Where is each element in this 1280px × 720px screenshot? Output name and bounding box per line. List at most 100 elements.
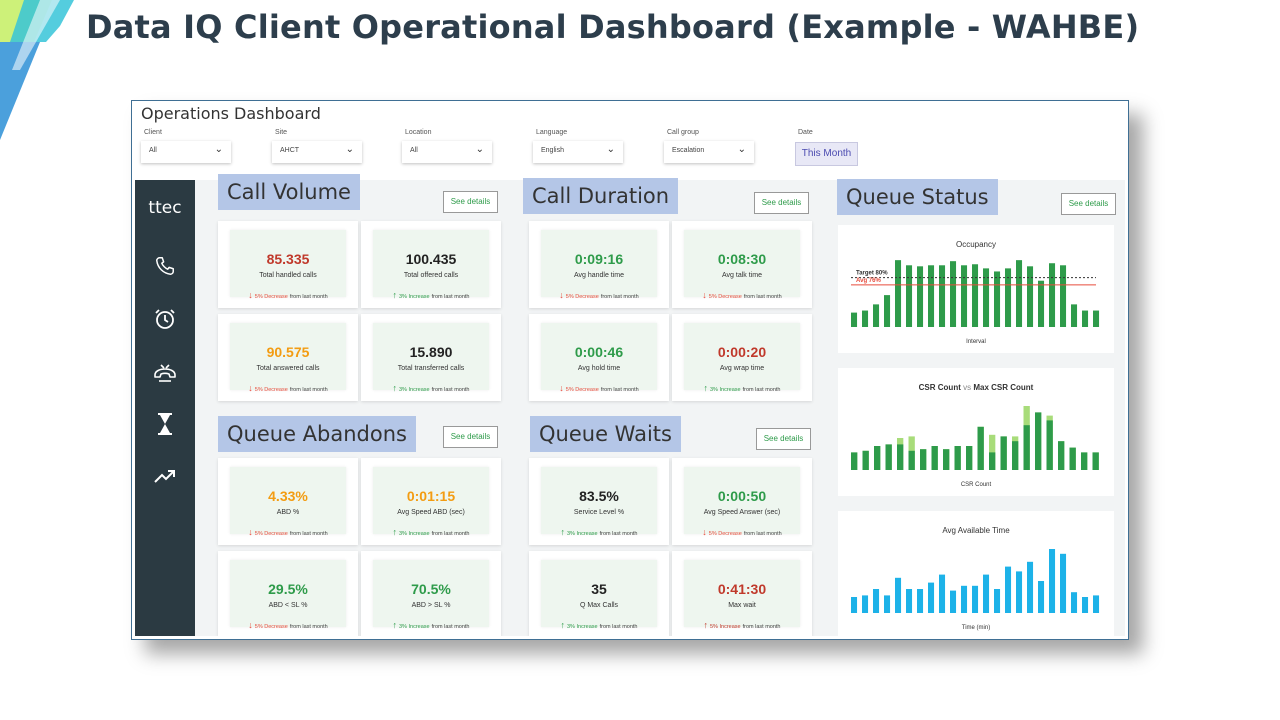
csr-count-chart <box>851 406 1099 470</box>
kpi-name: ABD < SL % <box>268 602 308 609</box>
arrow-up-icon: ↑ <box>560 620 566 630</box>
kpi-change-suffix: from last month <box>600 387 639 393</box>
kpi-change: ↓ 5% Decrease from last month <box>230 620 346 630</box>
kpi-value: 0:41:30 <box>717 581 767 597</box>
bar <box>1082 310 1089 327</box>
queue-waits-header: Queue Waits <box>530 416 681 452</box>
call-volume-see-details-button[interactable]: See details <box>443 191 498 213</box>
call-duration-header: Call Duration <box>523 178 679 214</box>
avg-available-time-chart-panel: Avg Available Time Time (min) <box>838 511 1114 636</box>
kpi-name: Total transferred calls <box>397 365 465 372</box>
kpi-card: 0:00:46 Avg hold time ↓ 5% Decrease from las… <box>529 314 669 401</box>
kpi-change-percent: 5% Decrease <box>708 531 742 537</box>
arrow-up-icon: ↑ <box>703 620 709 630</box>
dashboard-canvas: Operations Dashboard Client All ⌄ Site AH… <box>135 104 1125 636</box>
kpi-value: 0:09:16 <box>574 251 624 267</box>
bar <box>1027 266 1034 327</box>
kpi-change: ↑ 3% Increase from last month <box>684 383 800 393</box>
bar <box>943 449 950 470</box>
kpi-change-suffix: from last month <box>743 294 782 300</box>
kpi-name: Q Max Calls <box>579 602 619 609</box>
bar <box>897 444 904 470</box>
kpi-value: 90.575 <box>266 344 310 360</box>
kpi-value: 0:01:15 <box>406 488 456 504</box>
bar <box>1046 420 1053 470</box>
bar <box>917 589 924 613</box>
chevron-down-icon: ⌄ <box>606 144 615 155</box>
kpi-card: 0:09:16 Avg handle time ↓ 5% Decrease from l… <box>529 221 669 308</box>
arrow-down-icon: ↓ <box>702 527 707 537</box>
kpi-name: Avg Speed ABD (sec) <box>397 509 465 516</box>
bar <box>1049 263 1056 327</box>
arrow-down-icon: ↓ <box>559 290 564 300</box>
bar <box>994 589 1001 613</box>
bar <box>1093 595 1100 613</box>
select-value: Escalation <box>672 147 705 154</box>
kpi-card-inner: 35 Q Max Calls ↑ 3% Increase from last month <box>541 560 657 630</box>
bar <box>1060 265 1067 327</box>
bar <box>873 304 880 327</box>
bar <box>884 595 891 613</box>
bar <box>873 589 880 613</box>
bar <box>972 585 979 613</box>
date-this-month-button[interactable]: This Month <box>795 142 858 166</box>
bar <box>950 590 957 613</box>
kpi-value: 4.33% <box>268 488 308 504</box>
bar <box>874 446 881 470</box>
queue-abandons-see-details-button[interactable]: See details <box>443 426 498 448</box>
language-select[interactable]: English ⌄ <box>533 141 623 163</box>
bar <box>966 446 973 470</box>
kpi-card: 4.33% ABD % ↓ 5% Decrease from last month <box>218 458 358 545</box>
kpi-card-inner: 85.335 Total handled calls ↓ 5% Decrease fro… <box>230 230 346 300</box>
kpi-card-inner: 0:00:20 Avg wrap time ↑ 3% Increase from las… <box>684 323 800 393</box>
bar <box>1058 441 1065 470</box>
kpi-card-inner: 0:41:30 Max wait ↑ 5% Increase from last mon… <box>684 560 800 630</box>
hourglass-icon[interactable] <box>135 412 195 441</box>
hang-up-icon[interactable] <box>135 360 195 389</box>
kpi-change-percent: 3% Increase <box>567 624 598 630</box>
kpi-change-suffix: from last month <box>431 531 470 537</box>
bar <box>1092 452 1099 470</box>
kpi-name: Avg hold time <box>577 365 621 372</box>
client-select[interactable]: All ⌄ <box>141 141 231 163</box>
kpi-change-percent: 5% Decrease <box>565 294 599 300</box>
call-duration-see-details-button[interactable]: See details <box>754 192 809 214</box>
kpi-card-inner: 83.5% Service Level % ↑ 3% Increase from las… <box>541 467 657 537</box>
alarm-clock-icon[interactable] <box>135 307 195 336</box>
bar <box>994 271 1001 327</box>
kpi-name: Avg talk time <box>722 272 762 279</box>
bar <box>862 595 869 613</box>
kpi-change-percent: 5% Decrease <box>254 624 288 630</box>
kpi-change: ↓ 5% Decrease from last month <box>541 290 657 300</box>
filter-call-group: Call group Escalation ⌄ <box>664 129 754 163</box>
call-group-select[interactable]: Escalation ⌄ <box>664 141 754 163</box>
kpi-name: ABD % <box>276 509 300 516</box>
kpi-name: Avg Speed Answer (sec) <box>703 509 781 516</box>
kpi-name: Service Level % <box>573 509 625 516</box>
location-select[interactable]: All ⌄ <box>402 141 492 163</box>
trending-up-icon[interactable] <box>135 466 195 491</box>
kpi-change-percent: 5% Decrease <box>565 387 599 393</box>
bar <box>862 310 869 327</box>
queue-status-see-details-button[interactable]: See details <box>1061 193 1116 215</box>
queue-waits-see-details-button[interactable]: See details <box>756 428 811 450</box>
kpi-card-inner: 0:00:46 Avg hold time ↓ 5% Decrease from las… <box>541 323 657 393</box>
select-value: AHCT <box>280 147 300 154</box>
kpi-card: 35 Q Max Calls ↑ 3% Increase from last month <box>529 551 669 636</box>
chevron-down-icon: ⌄ <box>214 144 223 155</box>
call-volume-header: Call Volume <box>218 174 360 210</box>
filter-label: Date <box>798 129 813 136</box>
x-axis-label: Time (min) <box>961 625 991 631</box>
bar <box>954 446 961 470</box>
kpi-change-suffix: from last month <box>431 624 470 630</box>
kpi-value: 83.5% <box>579 488 619 504</box>
bar <box>920 449 927 470</box>
bar <box>1016 571 1023 613</box>
site-select[interactable]: AHCT ⌄ <box>272 141 362 163</box>
phone-icon[interactable] <box>135 255 195 282</box>
kpi-name: Max wait <box>728 602 756 609</box>
bar <box>961 585 968 613</box>
kpi-change: ↓ 5% Decrease from last month <box>230 527 346 537</box>
bar <box>895 577 902 613</box>
kpi-change: ↑ 5% Increase from last month <box>684 620 800 630</box>
